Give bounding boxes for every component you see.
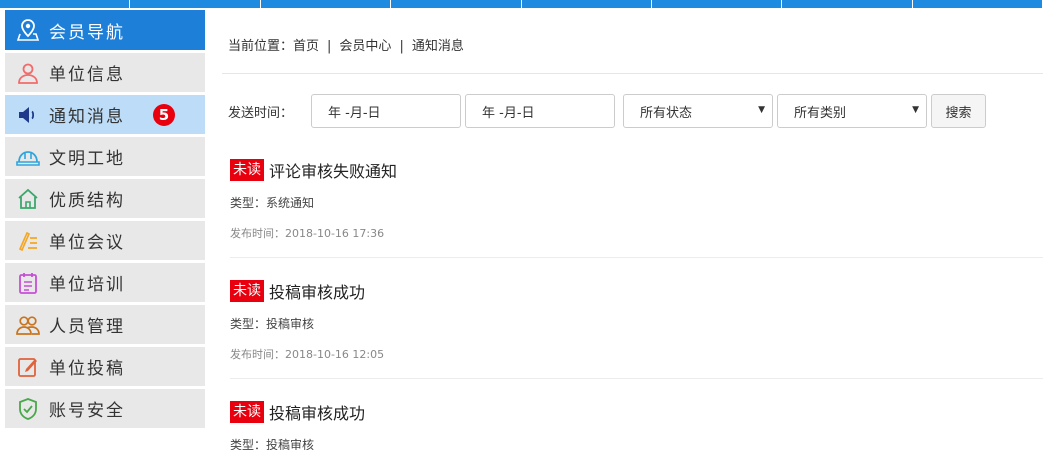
sidebar-item-staff-management[interactable]: 人员管理 — [5, 305, 205, 344]
category-select-value: 所有类别 — [794, 105, 847, 121]
sidebar-item-notifications[interactable]: 通知消息 5 — [5, 95, 205, 134]
chevron-down-icon: ▼ — [758, 105, 765, 115]
breadcrumb-separator: | — [327, 39, 332, 54]
sidebar-item-quality-structure[interactable]: 优质结构 — [5, 179, 205, 218]
category-select[interactable]: 所有类别 ▼ — [777, 94, 927, 128]
divider — [230, 378, 1043, 379]
notice-type: 类型：投稿审核 — [230, 317, 315, 331]
helmet-icon — [15, 144, 41, 170]
clipboard-icon — [15, 270, 41, 296]
top-stripe — [0, 0, 1043, 8]
sidebar-item-unit-info[interactable]: 单位信息 — [5, 53, 205, 92]
user-icon — [15, 60, 41, 86]
speaker-icon — [15, 102, 41, 128]
sidebar-item-unit-meeting[interactable]: 单位会议 — [5, 221, 205, 260]
sidebar-item-unit-training[interactable]: 单位培训 — [5, 263, 205, 302]
end-date-input[interactable]: 年 -月-日 — [465, 94, 615, 128]
sidebar-item-member-nav[interactable]: 会员导航 — [5, 10, 205, 50]
notice-title[interactable]: 评论审核失败通知 — [269, 158, 397, 182]
list-item[interactable]: 未读 评论审核失败通知 类型：系统通知 发布时间：2018-10-16 17:3… — [230, 158, 1043, 241]
breadcrumb: 当前位置：首页 | 会员中心 | 通知消息 — [228, 35, 464, 54]
notice-title[interactable]: 投稿审核成功 — [269, 279, 365, 303]
divider — [230, 257, 1043, 258]
map-marker-icon — [15, 17, 41, 43]
breadcrumb-member-center-link[interactable]: 会员中心 — [339, 39, 391, 54]
send-time-label: 发送时间： — [228, 105, 294, 121]
breadcrumb-current: 通知消息 — [411, 39, 464, 54]
notice-type: 类型：系统通知 — [230, 196, 315, 210]
people-icon — [15, 312, 41, 338]
sidebar-item-label: 文明工地 — [49, 149, 125, 169]
shield-icon — [15, 396, 41, 422]
unread-badge: 未读 — [230, 401, 264, 423]
sidebar-item-label: 单位投稿 — [49, 359, 125, 379]
sidebar-item-unit-submission[interactable]: 单位投稿 — [5, 347, 205, 386]
home-icon — [15, 186, 41, 212]
breadcrumb-home-link[interactable]: 首页 — [293, 39, 319, 54]
unread-badge: 未读 — [230, 159, 264, 181]
notice-title[interactable]: 投稿审核成功 — [269, 400, 365, 424]
breadcrumb-separator: | — [399, 39, 404, 54]
chevron-down-icon: ▼ — [912, 105, 919, 115]
sidebar: 会员导航 单位信息 通知消息 5 文明工地 优质结构 单位会议 单位培训 人员管… — [5, 10, 205, 431]
sidebar-item-label: 账号安全 — [49, 401, 125, 421]
divider — [222, 73, 1043, 74]
notice-title-row: 未读 投稿审核成功 — [230, 400, 1043, 424]
pen-list-icon — [15, 228, 41, 254]
sidebar-item-account-security[interactable]: 账号安全 — [5, 389, 205, 428]
sidebar-item-label: 会员导航 — [49, 22, 125, 43]
notification-count-badge: 5 — [153, 104, 175, 126]
filter-bar: 发送时间： 年 -月-日 年 -月-日 所有状态 ▼ 所有类别 ▼ 搜索 — [228, 94, 986, 128]
sidebar-item-label: 单位会议 — [49, 233, 125, 253]
notice-type: 类型：投稿审核 — [230, 438, 315, 450]
search-button[interactable]: 搜索 — [931, 94, 986, 128]
start-date-input[interactable]: 年 -月-日 — [311, 94, 461, 128]
list-item[interactable]: 未读 投稿审核成功 类型：投稿审核 发布时间：2018-10-16 12:05 — [230, 279, 1043, 362]
list-item[interactable]: 未读 投稿审核成功 类型：投稿审核 — [230, 400, 1043, 450]
status-select-value: 所有状态 — [640, 105, 693, 121]
notice-title-row: 未读 评论审核失败通知 — [230, 158, 1043, 182]
notice-title-row: 未读 投稿审核成功 — [230, 279, 1043, 303]
edit-icon — [15, 354, 41, 380]
unread-badge: 未读 — [230, 280, 264, 302]
breadcrumb-prefix: 当前位置： — [228, 39, 294, 54]
sidebar-item-civilized-site[interactable]: 文明工地 — [5, 137, 205, 176]
sidebar-item-label: 优质结构 — [49, 191, 125, 211]
notice-time: 发布时间：2018-10-16 17:36 — [230, 227, 385, 240]
notice-time: 发布时间：2018-10-16 12:05 — [230, 348, 385, 361]
status-select[interactable]: 所有状态 ▼ — [623, 94, 773, 128]
sidebar-item-label: 人员管理 — [49, 317, 125, 337]
sidebar-item-label: 单位信息 — [49, 65, 125, 85]
sidebar-item-label: 通知消息 — [49, 107, 125, 127]
sidebar-item-label: 单位培训 — [49, 275, 125, 295]
